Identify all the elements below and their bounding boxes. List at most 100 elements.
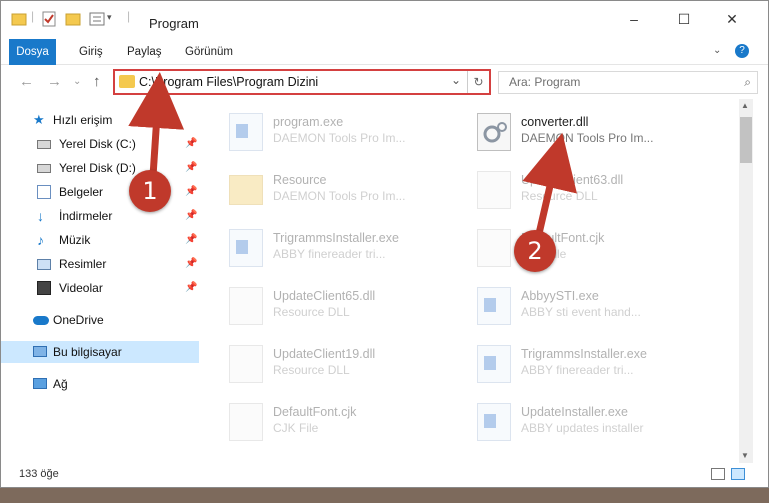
scroll-up-icon[interactable]: ▲ <box>741 101 749 110</box>
tab-file[interactable]: Dosya <box>9 39 56 65</box>
exe-file-icon <box>477 287 511 325</box>
sidebar-item-onedrive[interactable]: OneDrive <box>1 309 199 331</box>
dll-gear-icon <box>229 345 263 383</box>
help-icon[interactable]: ? <box>735 44 749 58</box>
file-item[interactable]: DefaultFont.cjk CJK File <box>477 223 717 273</box>
folder-icon <box>229 175 263 205</box>
details-view-icon[interactable] <box>711 468 725 480</box>
tab-home[interactable]: Giriş <box>69 39 113 65</box>
folder-icon <box>119 75 135 88</box>
file-name: AbbyySTI.exe <box>521 289 599 303</box>
pin-icon: 📌 <box>185 234 198 245</box>
computer-icon <box>33 346 47 357</box>
address-path: C:\Program Files\Program Dizini <box>139 75 319 89</box>
divider: | <box>127 9 131 23</box>
drive-icon <box>37 164 51 173</box>
navigation-pane: ★ Hızlı erişim Yerel Disk (C:) 📌 Yerel D… <box>1 103 201 463</box>
maximize-button[interactable]: ☐ <box>669 11 699 33</box>
sidebar-item-label: Yerel Disk (D:) <box>59 161 136 175</box>
sidebar-item-label: Hızlı erişim <box>53 113 113 127</box>
file-name: UpdateClient19.dll <box>273 347 376 361</box>
file-item[interactable]: UpdateClient65.dll Resource DLL <box>229 281 469 331</box>
file-description: ABBY finereader tri... <box>521 363 634 377</box>
sidebar-item-local-disk-c[interactable]: Yerel Disk (C:) 📌 <box>1 133 199 155</box>
pin-icon: 📌 <box>185 186 198 197</box>
cloud-icon <box>33 316 49 325</box>
sidebar-item-quick-access[interactable]: ★ Hızlı erişim <box>1 109 199 131</box>
recent-dropdown-icon[interactable]: ⌄ <box>73 76 81 87</box>
tab-share[interactable]: Paylaş <box>117 39 172 65</box>
file-name: UpdateInstaller.exe <box>521 405 629 419</box>
search-icon: ⌕ <box>744 75 751 89</box>
expand-ribbon-icon[interactable]: ⌄ <box>713 45 721 56</box>
file-item-converter-dll[interactable]: converter.dll DAEMON Tools Pro Im... <box>477 107 717 157</box>
item-count: 133 öğe <box>19 468 59 480</box>
sidebar-item-music[interactable]: ♪ Müzik 📌 <box>1 229 199 251</box>
close-button[interactable]: ✕ <box>717 11 747 33</box>
back-arrow-icon[interactable]: ← <box>19 73 34 90</box>
step-badge-1: 1 <box>129 170 171 212</box>
sidebar-item-label: Müzik <box>59 233 91 247</box>
dll-gear-icon <box>477 171 511 209</box>
sidebar-item-label: İndirmeler <box>59 209 113 223</box>
file-description: ABBY sti event hand... <box>521 305 641 319</box>
pin-icon: 📌 <box>185 282 198 293</box>
navigation-bar: ← → ⌄ ↑ C:\Program Files\Program Dizini … <box>1 65 768 99</box>
properties-icon[interactable] <box>41 11 57 27</box>
address-bar[interactable]: C:\Program Files\Program Dizini ⌄ ↻ <box>113 69 491 95</box>
sidebar-item-pictures[interactable]: Resimler 📌 <box>1 253 199 275</box>
file-item[interactable]: TrigrammsInstaller.exe ABBY finereader t… <box>477 339 717 389</box>
address-dropdown-icon[interactable]: ⌄ <box>451 73 461 87</box>
sidebar-item-downloads[interactable]: ↓ İndirmeler 📌 <box>1 205 199 227</box>
star-icon: ★ <box>33 112 45 127</box>
music-note-icon: ♪ <box>37 232 44 248</box>
tiles-view-icon[interactable] <box>731 468 745 480</box>
file-description: Resource DLL <box>273 363 350 377</box>
file-icon <box>477 229 511 267</box>
tab-view[interactable]: Görünüm <box>175 39 243 65</box>
file-item[interactable]: program.exe DAEMON Tools Pro Im... <box>229 107 469 157</box>
file-item[interactable]: UpdateInstaller.exe ABBY updates install… <box>477 397 717 447</box>
download-arrow-icon: ↓ <box>37 208 44 224</box>
drive-icon <box>37 140 51 149</box>
folder-icon <box>11 13 27 26</box>
scroll-down-icon[interactable]: ▼ <box>741 451 749 460</box>
pin-icon: 📌 <box>185 210 198 221</box>
sidebar-item-label: Videolar <box>59 281 103 295</box>
search-placeholder: Ara: Program <box>509 75 581 89</box>
sidebar-item-local-disk-d[interactable]: Yerel Disk (D:) 📌 <box>1 157 199 179</box>
view-icon[interactable] <box>89 11 105 27</box>
file-description: Resource DLL <box>521 189 598 203</box>
explorer-window: | ▾ | Program – ☐ ✕ Dosya Giriş Paylaş G… <box>0 0 769 488</box>
file-item[interactable]: DefaultFont.cjk CJK File <box>229 397 469 447</box>
new-folder-icon[interactable] <box>65 11 81 27</box>
file-name: converter.dll <box>521 115 589 129</box>
file-item[interactable]: UpdateClient19.dll Resource DLL <box>229 339 469 389</box>
videos-icon <box>37 281 51 295</box>
file-name: UpdateClient63.dll <box>521 173 624 187</box>
file-description: CJK File <box>273 421 319 435</box>
search-input[interactable]: Ara: Program ⌕ <box>498 71 758 94</box>
scroll-thumb[interactable] <box>740 117 752 163</box>
minimize-button[interactable]: – <box>619 11 649 33</box>
sidebar-item-label: Bu bilgisayar <box>53 345 122 359</box>
forward-arrow-icon[interactable]: → <box>47 73 62 90</box>
sidebar-item-this-pc[interactable]: Bu bilgisayar <box>1 341 199 363</box>
sidebar-item-network[interactable]: Ağ <box>1 373 199 395</box>
title-bar: | ▾ | Program – ☐ ✕ <box>1 1 768 39</box>
file-item[interactable]: Resource DAEMON Tools Pro Im... <box>229 165 469 215</box>
refresh-icon[interactable]: ↻ <box>467 71 489 93</box>
file-description: ABBY updates installer <box>521 421 644 435</box>
up-arrow-icon[interactable]: ↑ <box>93 73 101 90</box>
sidebar-item-label: Ağ <box>53 377 68 391</box>
divider: | <box>31 9 35 23</box>
vertical-scrollbar[interactable]: ▲ ▼ <box>739 99 753 463</box>
file-item[interactable]: AbbyySTI.exe ABBY sti event hand... <box>477 281 717 331</box>
customize-dropdown-icon[interactable]: ▾ <box>107 12 112 28</box>
sidebar-item-videos[interactable]: Videolar 📌 <box>1 277 199 299</box>
sidebar-item-label: Resimler <box>59 257 107 271</box>
file-item[interactable]: UpdateClient63.dll Resource DLL <box>477 165 717 215</box>
file-item[interactable]: TrigrammsInstaller.exe ABBY finereader t… <box>229 223 469 273</box>
exe-file-icon <box>229 229 263 267</box>
file-name: Resource <box>273 173 327 187</box>
